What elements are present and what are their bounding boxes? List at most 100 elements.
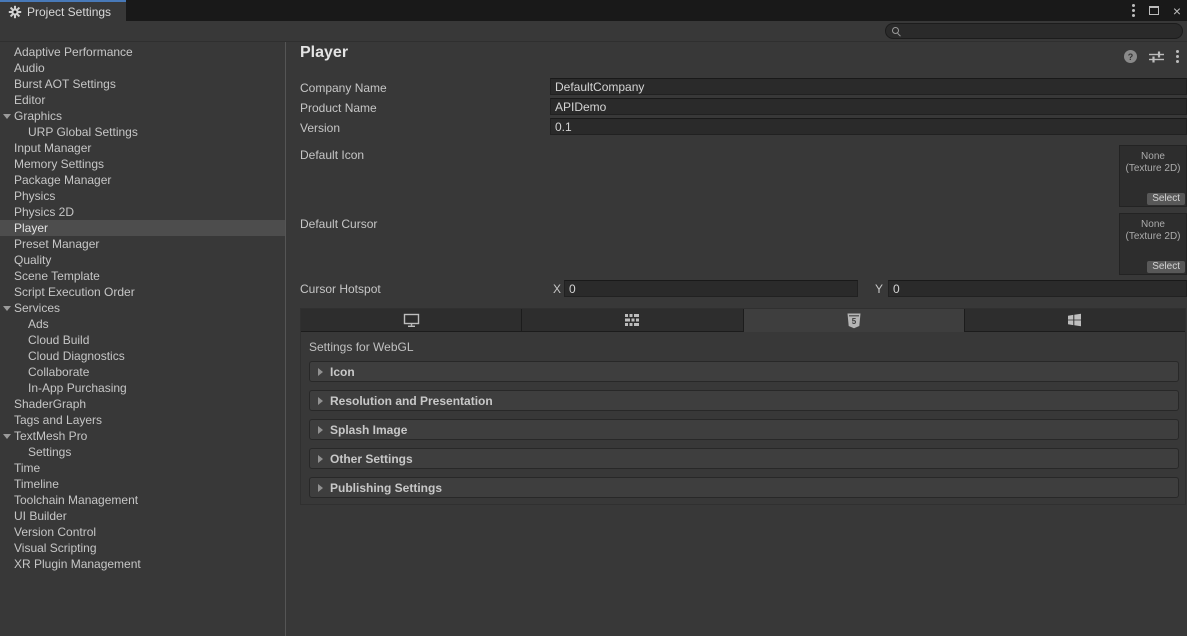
platform-settings-frame: 5 Settings for WebGL	[300, 308, 1186, 505]
server-icon	[625, 313, 639, 327]
hotspot-x-label: X	[553, 281, 561, 297]
search-input[interactable]	[906, 24, 1182, 38]
search-box[interactable]	[885, 23, 1183, 39]
windows-icon	[1067, 313, 1082, 327]
sidebar-item-ui-builder[interactable]: UI Builder	[0, 508, 285, 524]
sidebar-item-in-app-purchasing[interactable]: In-App Purchasing	[0, 380, 285, 396]
sidebar-item-urp-global-settings[interactable]: URP Global Settings	[0, 124, 285, 140]
default-icon-label: Default Icon	[300, 147, 364, 163]
sidebar-item-preset-manager[interactable]: Preset Manager	[0, 236, 285, 252]
sidebar-item-tmp-settings[interactable]: Settings	[0, 444, 285, 460]
platform-tab-dedicated-server[interactable]	[522, 309, 743, 332]
sidebar-item-cloud-build[interactable]: Cloud Build	[0, 332, 285, 348]
default-icon-object-field[interactable]: None (Texture 2D) Select	[1119, 145, 1187, 207]
section-publishing-settings[interactable]: Publishing Settings	[309, 477, 1179, 498]
platform-tab-windows-store[interactable]	[965, 309, 1185, 332]
sidebar-item-player[interactable]: Player	[0, 220, 285, 236]
sidebar-item-toolchain-management[interactable]: Toolchain Management	[0, 492, 285, 508]
sidebar-item-collaborate[interactable]: Collaborate	[0, 364, 285, 380]
sidebar-item-burst-aot-settings[interactable]: Burst AOT Settings	[0, 76, 285, 92]
sidebar-item-graphics[interactable]: Graphics	[0, 108, 285, 124]
section-label: Publishing Settings	[330, 481, 442, 495]
titlebar: Project Settings ×	[0, 0, 1187, 21]
expander-right-icon	[318, 368, 323, 376]
panel-menu-icon[interactable]	[1176, 50, 1179, 63]
help-icon[interactable]: ?	[1124, 50, 1137, 63]
product-name-input[interactable]	[550, 98, 1187, 115]
hotspot-x-input[interactable]	[564, 280, 858, 297]
sidebar-item-visual-scripting[interactable]: Visual Scripting	[0, 540, 285, 556]
sidebar-item-version-control[interactable]: Version Control	[0, 524, 285, 540]
section-splash-image[interactable]: Splash Image	[309, 419, 1179, 440]
sidebar-item-ads[interactable]: Ads	[0, 316, 285, 332]
sidebar-item-adaptive-performance[interactable]: Adaptive Performance	[0, 44, 285, 60]
hotspot-y-input[interactable]	[888, 280, 1187, 297]
monitor-icon	[403, 313, 420, 328]
settings-for-platform-label: Settings for WebGL	[309, 340, 414, 354]
section-other-settings[interactable]: Other Settings	[309, 448, 1179, 469]
company-name-label: Company Name	[300, 80, 387, 96]
sidebar-item-memory-settings[interactable]: Memory Settings	[0, 156, 285, 172]
expander-right-icon	[318, 397, 323, 405]
sidebar-item-quality[interactable]: Quality	[0, 252, 285, 268]
sidebar-item-scene-template[interactable]: Scene Template	[0, 268, 285, 284]
sidebar-item-script-execution-order[interactable]: Script Execution Order	[0, 284, 285, 300]
expander-right-icon	[318, 484, 323, 492]
sidebar-item-label: Services	[14, 301, 60, 315]
close-icon[interactable]: ×	[1173, 4, 1181, 18]
expander-down-icon[interactable]	[3, 434, 11, 439]
version-input[interactable]	[550, 118, 1187, 135]
sidebar-item-cloud-diagnostics[interactable]: Cloud Diagnostics	[0, 348, 285, 364]
hotspot-y-label: Y	[875, 281, 883, 297]
expander-down-icon[interactable]	[3, 114, 11, 119]
default-icon-select-button[interactable]: Select	[1147, 193, 1185, 205]
expander-right-icon	[318, 426, 323, 434]
section-label: Splash Image	[330, 423, 407, 437]
maximize-icon[interactable]	[1149, 6, 1159, 15]
sidebar-item-tags-and-layers[interactable]: Tags and Layers	[0, 412, 285, 428]
texture-value-line2: (Texture 2D)	[1120, 231, 1186, 243]
sidebar-item-xr-plugin-management[interactable]: XR Plugin Management	[0, 556, 285, 572]
expander-down-icon[interactable]	[3, 306, 11, 311]
section-label: Other Settings	[330, 452, 413, 466]
platform-tab-standalone[interactable]	[301, 309, 522, 332]
sidebar-item-timeline[interactable]: Timeline	[0, 476, 285, 492]
section-icon[interactable]: Icon	[309, 361, 1179, 382]
sidebar-item-shadergraph[interactable]: ShaderGraph	[0, 396, 285, 412]
texture-value-line2: (Texture 2D)	[1120, 163, 1186, 175]
sidebar-item-physics-2d[interactable]: Physics 2D	[0, 204, 285, 220]
sidebar-item-physics[interactable]: Physics	[0, 188, 285, 204]
sidebar-item-time[interactable]: Time	[0, 460, 285, 476]
product-name-label: Product Name	[300, 100, 377, 116]
sidebar-item-editor[interactable]: Editor	[0, 92, 285, 108]
company-name-input[interactable]	[550, 78, 1187, 95]
settings-category-sidebar: Adaptive Performance Audio Burst AOT Set…	[0, 42, 286, 636]
platform-tab-webgl[interactable]: 5	[744, 309, 965, 332]
page-title: Player	[300, 44, 348, 62]
default-cursor-label: Default Cursor	[300, 216, 377, 232]
texture-value-line1: None	[1120, 219, 1186, 231]
html5-icon: 5	[847, 313, 861, 329]
presets-icon[interactable]	[1149, 51, 1164, 63]
tab-project-settings[interactable]: Project Settings	[0, 0, 126, 21]
window-menu-icon[interactable]	[1132, 4, 1135, 17]
sidebar-item-textmesh-pro[interactable]: TextMesh Pro	[0, 428, 285, 444]
sidebar-item-services[interactable]: Services	[0, 300, 285, 316]
section-label: Icon	[330, 365, 355, 379]
svg-text:5: 5	[851, 316, 856, 325]
sidebar-item-package-manager[interactable]: Package Manager	[0, 172, 285, 188]
cursor-hotspot-label: Cursor Hotspot	[300, 281, 381, 297]
toolbar	[0, 21, 1187, 42]
platform-tab-strip: 5	[301, 309, 1185, 332]
default-cursor-object-field[interactable]: None (Texture 2D) Select	[1119, 213, 1187, 275]
section-label: Resolution and Presentation	[330, 394, 493, 408]
sidebar-item-audio[interactable]: Audio	[0, 60, 285, 76]
gear-icon	[8, 5, 22, 19]
search-icon	[892, 27, 899, 34]
sidebar-item-label: TextMesh Pro	[14, 429, 87, 443]
default-cursor-select-button[interactable]: Select	[1147, 261, 1185, 273]
version-label: Version	[300, 120, 340, 136]
sidebar-item-input-manager[interactable]: Input Manager	[0, 140, 285, 156]
player-settings-panel: Player ? Company Name Product Name Versi…	[286, 42, 1187, 636]
section-resolution-and-presentation[interactable]: Resolution and Presentation	[309, 390, 1179, 411]
